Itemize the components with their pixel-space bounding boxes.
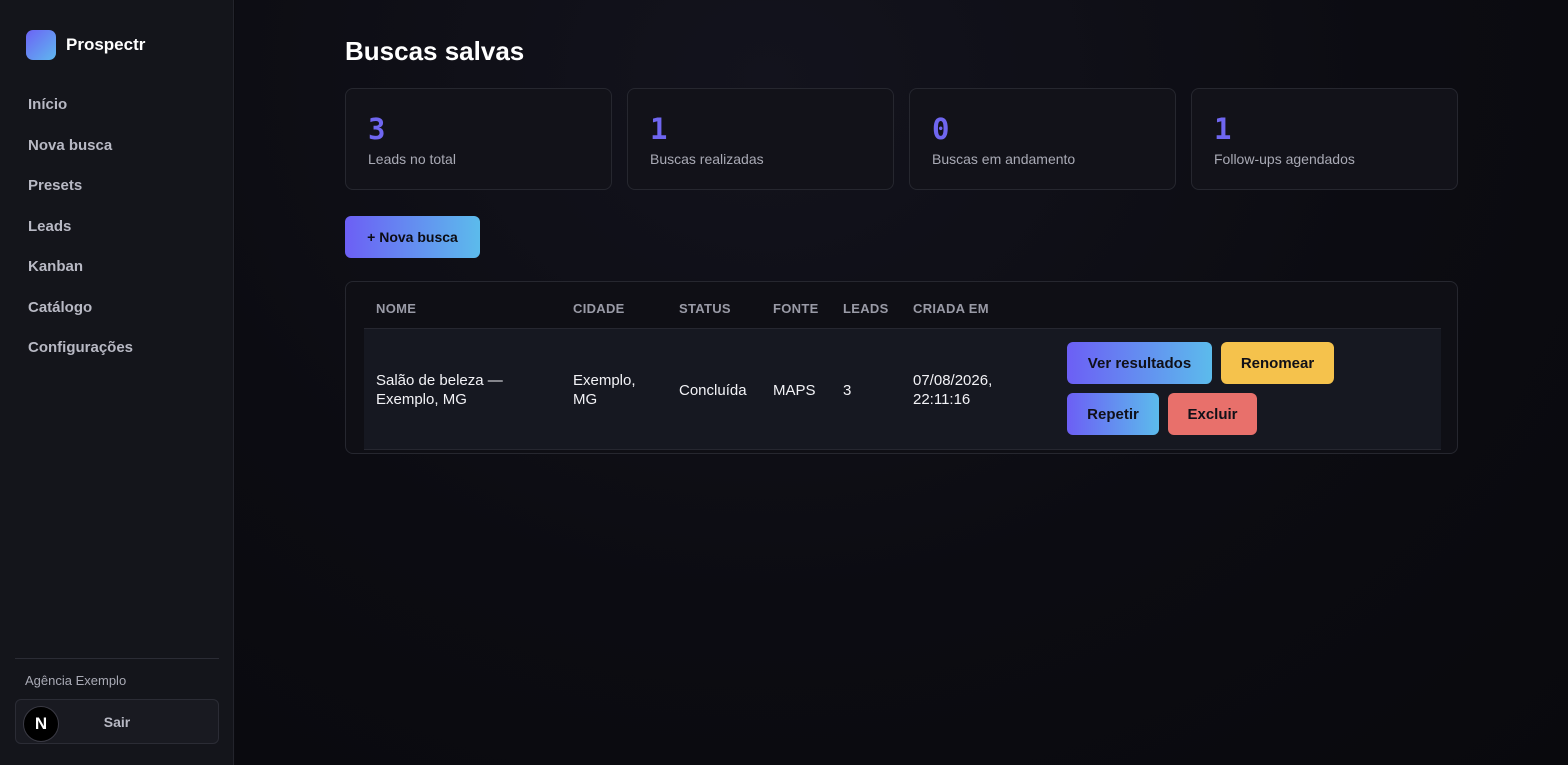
sidebar-nav: Início Nova busca Presets Leads Kanban C… xyxy=(28,94,133,378)
main-content: Buscas salvas 3 Leads no total 1 Buscas … xyxy=(235,0,1568,765)
stat-value: 0 xyxy=(932,112,950,146)
logout-label: Sair xyxy=(103,713,131,730)
sidebar-item-nova-busca[interactable]: Nova busca xyxy=(28,135,133,176)
stat-label: Buscas realizadas xyxy=(650,151,764,167)
stat-value: 3 xyxy=(368,112,386,146)
cell-leads: 3 xyxy=(843,382,852,399)
sidebar-item-inicio[interactable]: Início xyxy=(28,94,133,135)
stat-card-buscas-realizadas: 1 Buscas realizadas xyxy=(627,88,894,190)
page-title: Buscas salvas xyxy=(345,36,525,66)
cell-name-line1: Salão de beleza — xyxy=(376,372,503,389)
stat-card-follow-ups: 1 Follow-ups agendados xyxy=(1191,88,1458,190)
column-header-leads: LEADS xyxy=(843,301,889,316)
cell-created-line2: 22:11:16 xyxy=(913,391,971,408)
repeat-button[interactable]: Repetir xyxy=(1067,393,1159,435)
column-header-city: CIDADE xyxy=(573,301,625,316)
column-header-created: CRIADA EM xyxy=(913,301,989,316)
stat-value: 1 xyxy=(1214,112,1232,146)
sidebar: Prospectr Início Nova busca Presets Lead… xyxy=(0,0,234,765)
cell-status: Concluída xyxy=(679,382,747,399)
sidebar-item-leads[interactable]: Leads xyxy=(28,216,133,257)
stat-card-buscas-andamento: 0 Buscas em andamento xyxy=(909,88,1176,190)
column-header-name: NOME xyxy=(376,301,417,316)
cell-source: MAPS xyxy=(773,382,816,399)
cell-city-line2: MG xyxy=(573,391,598,408)
cell-created-line1: 07/08/2026, xyxy=(913,372,993,389)
stat-label: Leads no total xyxy=(368,151,456,167)
cell-name-line2: Exemplo, MG xyxy=(376,391,467,408)
stat-card-leads-total: 3 Leads no total xyxy=(345,88,612,190)
sidebar-item-presets[interactable]: Presets xyxy=(28,175,133,216)
sidebar-divider xyxy=(15,658,219,659)
organization-name: Agência Exemplo xyxy=(25,673,127,688)
cell-city-line1: Exemplo, xyxy=(573,372,636,389)
saved-searches-table: NOME CIDADE STATUS FONTE LEADS CRIADA EM… xyxy=(345,281,1458,454)
cell-city: Exemplo, MG xyxy=(573,371,636,409)
delete-button[interactable]: Excluir xyxy=(1168,393,1257,435)
cell-name: Salão de beleza — Exemplo, MG xyxy=(376,371,503,409)
brand[interactable]: Prospectr xyxy=(26,30,145,60)
stat-value: 1 xyxy=(650,112,668,146)
cell-created: 07/08/2026, 22:11:16 xyxy=(913,371,992,409)
sidebar-item-kanban[interactable]: Kanban xyxy=(28,256,133,297)
column-header-source: FONTE xyxy=(773,301,819,316)
brand-logo-icon xyxy=(26,30,56,60)
brand-name: Prospectr xyxy=(66,35,146,54)
table-row: Salão de beleza — Exemplo, MG Exemplo, M… xyxy=(364,329,1441,450)
view-results-button[interactable]: Ver resultados xyxy=(1067,342,1212,384)
column-header-status: STATUS xyxy=(679,301,731,316)
stat-label: Follow-ups agendados xyxy=(1214,151,1355,167)
stat-label: Buscas em andamento xyxy=(932,151,1076,167)
sidebar-item-configuracoes[interactable]: Configurações xyxy=(28,337,133,378)
rename-button[interactable]: Renomear xyxy=(1221,342,1334,384)
new-search-button[interactable]: + Nova busca xyxy=(345,216,480,258)
sidebar-item-catalogo[interactable]: Catálogo xyxy=(28,297,133,338)
dev-indicator-badge[interactable]: N xyxy=(23,706,59,742)
